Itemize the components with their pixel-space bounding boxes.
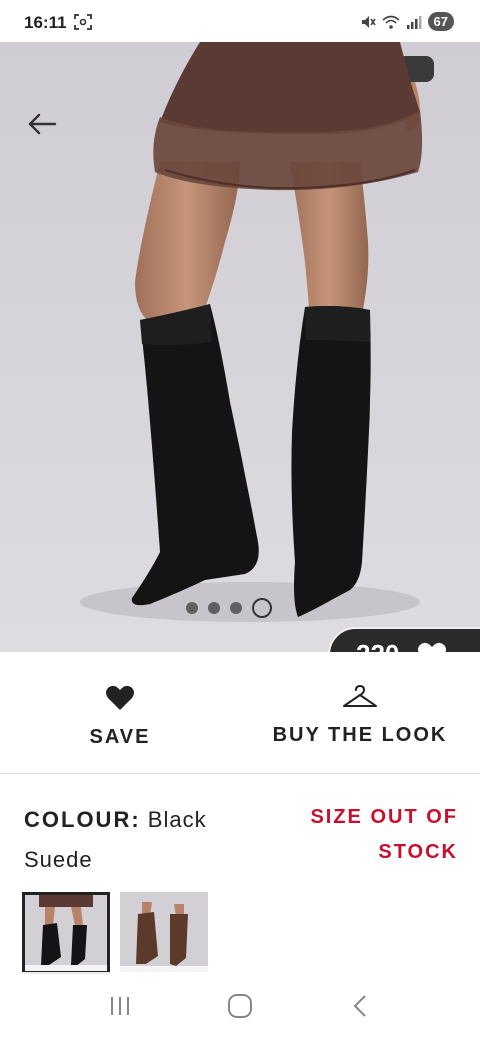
home-button[interactable] bbox=[210, 981, 270, 1031]
status-icons: 67 bbox=[360, 12, 454, 31]
swatch-black-suede[interactable] bbox=[22, 892, 110, 974]
carousel-dot[interactable] bbox=[208, 602, 220, 614]
colour-label: COLOUR: bbox=[24, 807, 141, 832]
status-time: 16:11 bbox=[24, 13, 67, 32]
product-photo bbox=[0, 42, 480, 652]
product-image[interactable]: 220 bbox=[0, 42, 480, 652]
mute-icon bbox=[361, 15, 376, 28]
buy-the-look-label: BUY THE LOOK bbox=[272, 724, 448, 746]
hanger-icon bbox=[343, 685, 377, 707]
carousel-dot[interactable] bbox=[230, 602, 242, 614]
colour-info: COLOUR: Black Suede bbox=[24, 800, 264, 880]
save-label: SAVE bbox=[89, 726, 151, 748]
arrow-left-icon bbox=[28, 113, 57, 135]
swatch-image bbox=[120, 892, 208, 972]
heart-icon bbox=[106, 685, 134, 710]
back-nav-button[interactable] bbox=[330, 981, 390, 1031]
carousel-dot-active[interactable] bbox=[252, 598, 272, 618]
carousel-indicator[interactable] bbox=[186, 598, 272, 618]
signal-icon bbox=[406, 15, 422, 29]
heart-icon bbox=[418, 642, 447, 652]
swatch-image bbox=[25, 895, 107, 971]
battery-icon: 67 bbox=[427, 12, 454, 31]
screenshot-icon bbox=[74, 14, 92, 30]
product-details: COLOUR: Black Suede SIZE OUT OF STOCK bbox=[24, 796, 460, 876]
recent-apps-icon bbox=[111, 997, 129, 1015]
carousel-dot[interactable] bbox=[186, 602, 198, 614]
buy-the-look-button[interactable]: BUY THE LOOK bbox=[240, 652, 480, 773]
colour-swatches bbox=[22, 892, 208, 974]
like-count: 220 bbox=[356, 639, 399, 652]
status-bar: 16:11 67 bbox=[0, 0, 480, 42]
home-icon bbox=[228, 994, 252, 1018]
size-status: SIZE OUT OF STOCK bbox=[310, 806, 458, 863]
chevron-left-icon bbox=[353, 995, 366, 1017]
swatch-brown-suede[interactable] bbox=[120, 892, 208, 972]
wifi-icon bbox=[382, 15, 400, 29]
recent-apps-button[interactable] bbox=[90, 981, 150, 1031]
back-button[interactable] bbox=[20, 106, 64, 142]
like-counter[interactable]: 220 bbox=[328, 627, 480, 652]
save-button[interactable]: SAVE bbox=[0, 652, 240, 773]
product-actions: SAVE BUY THE LOOK bbox=[0, 652, 480, 774]
system-nav-bar bbox=[0, 972, 480, 1040]
